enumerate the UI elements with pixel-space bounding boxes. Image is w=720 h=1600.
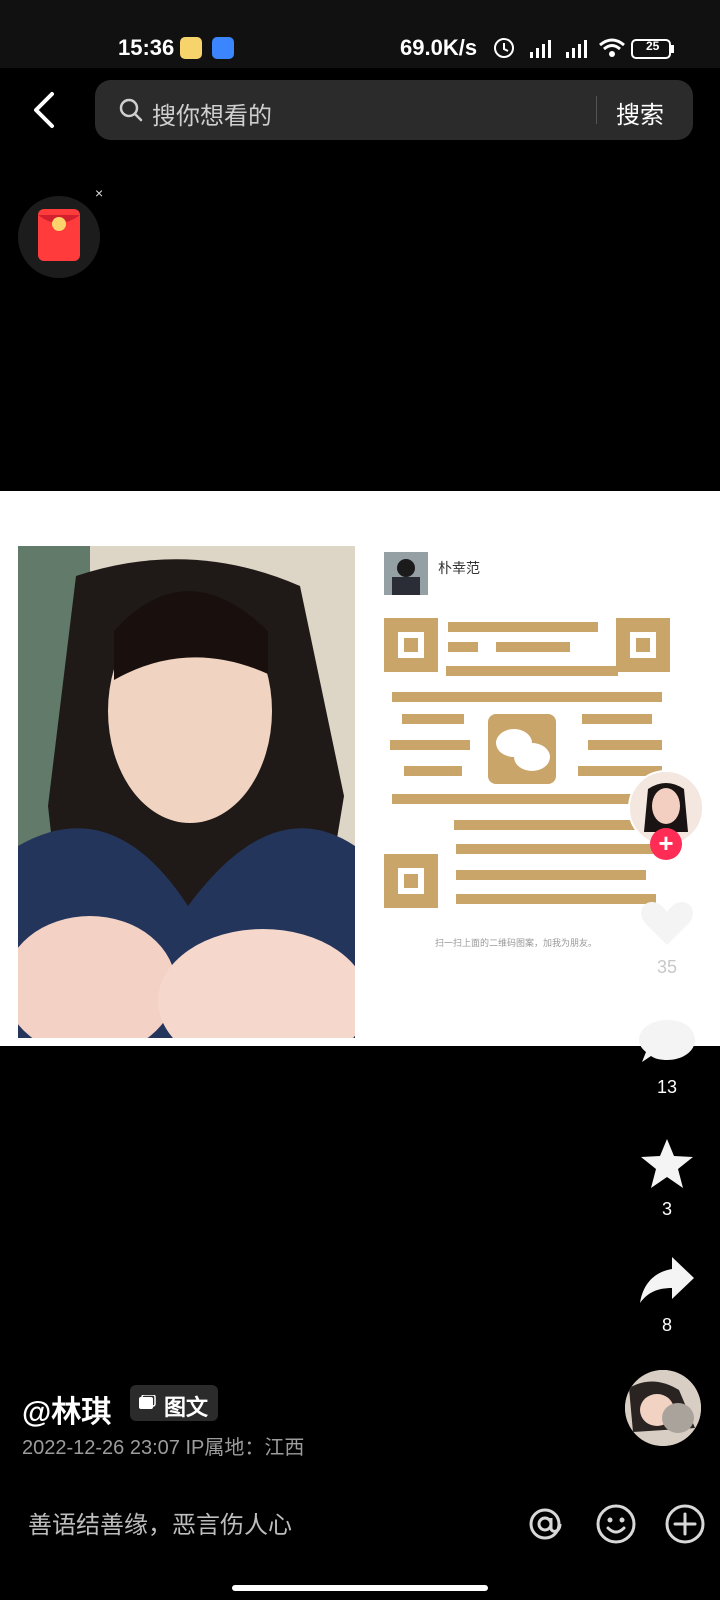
hd-signal-icon <box>566 40 587 58</box>
alarm-icon <box>494 38 514 58</box>
wechat-qr-code <box>384 618 670 908</box>
favorite-count: 3 <box>661 1199 672 1219</box>
wifi-icon <box>599 38 625 57</box>
qr-profile-avatar <box>384 552 428 595</box>
emoji-icon[interactable] <box>595 1503 637 1545</box>
like-count: 35 <box>656 957 678 977</box>
favorite-icon[interactable] <box>638 1137 696 1191</box>
app-notification-icon <box>180 37 202 59</box>
search-button[interactable]: 搜索 <box>616 95 664 130</box>
comment-input[interactable]: 善语结善缘，恶言伤人心 <box>28 1505 292 1540</box>
music-avatar[interactable] <box>625 1370 701 1446</box>
like-icon[interactable] <box>638 896 696 950</box>
qr-caption: 扫一扫上面的二维码图案，加我为朋友。 <box>435 938 598 948</box>
image-text-icon <box>139 1395 156 1409</box>
share-icon[interactable] <box>638 1253 696 1307</box>
author-handle[interactable]: @林琪 <box>22 1387 111 1431</box>
battery-level: 25 <box>646 39 660 53</box>
comment-count: 13 <box>656 1077 678 1097</box>
qr-profile-name: 朴幸范 <box>438 562 480 577</box>
hd-signal-icon <box>530 40 551 58</box>
post-meta: 2022-12-26 23:07 IP属地：江西 <box>22 1437 305 1459</box>
search-icon <box>119 98 143 122</box>
selfie-photo <box>18 546 355 1038</box>
share-count: 8 <box>661 1315 672 1335</box>
network-speed: 69.0K/s <box>400 35 478 60</box>
back-button[interactable] <box>22 86 70 134</box>
close-icon[interactable]: × <box>95 185 103 201</box>
home-indicator <box>232 1585 488 1591</box>
status-time: 15:36 <box>118 35 175 60</box>
add-icon[interactable] <box>664 1503 706 1545</box>
red-packet-widget[interactable] <box>18 196 100 278</box>
post-type-label: 图文 <box>164 1395 209 1420</box>
search-divider <box>596 96 597 124</box>
red-packet-icon <box>38 209 80 261</box>
comment-icon[interactable] <box>638 1015 696 1069</box>
avatar-photo <box>625 1370 701 1446</box>
location-app-icon <box>212 37 234 59</box>
mention-icon[interactable] <box>524 1503 566 1545</box>
search-input[interactable]: 搜你想看的 <box>152 96 272 131</box>
follow-button[interactable]: + <box>650 828 682 860</box>
